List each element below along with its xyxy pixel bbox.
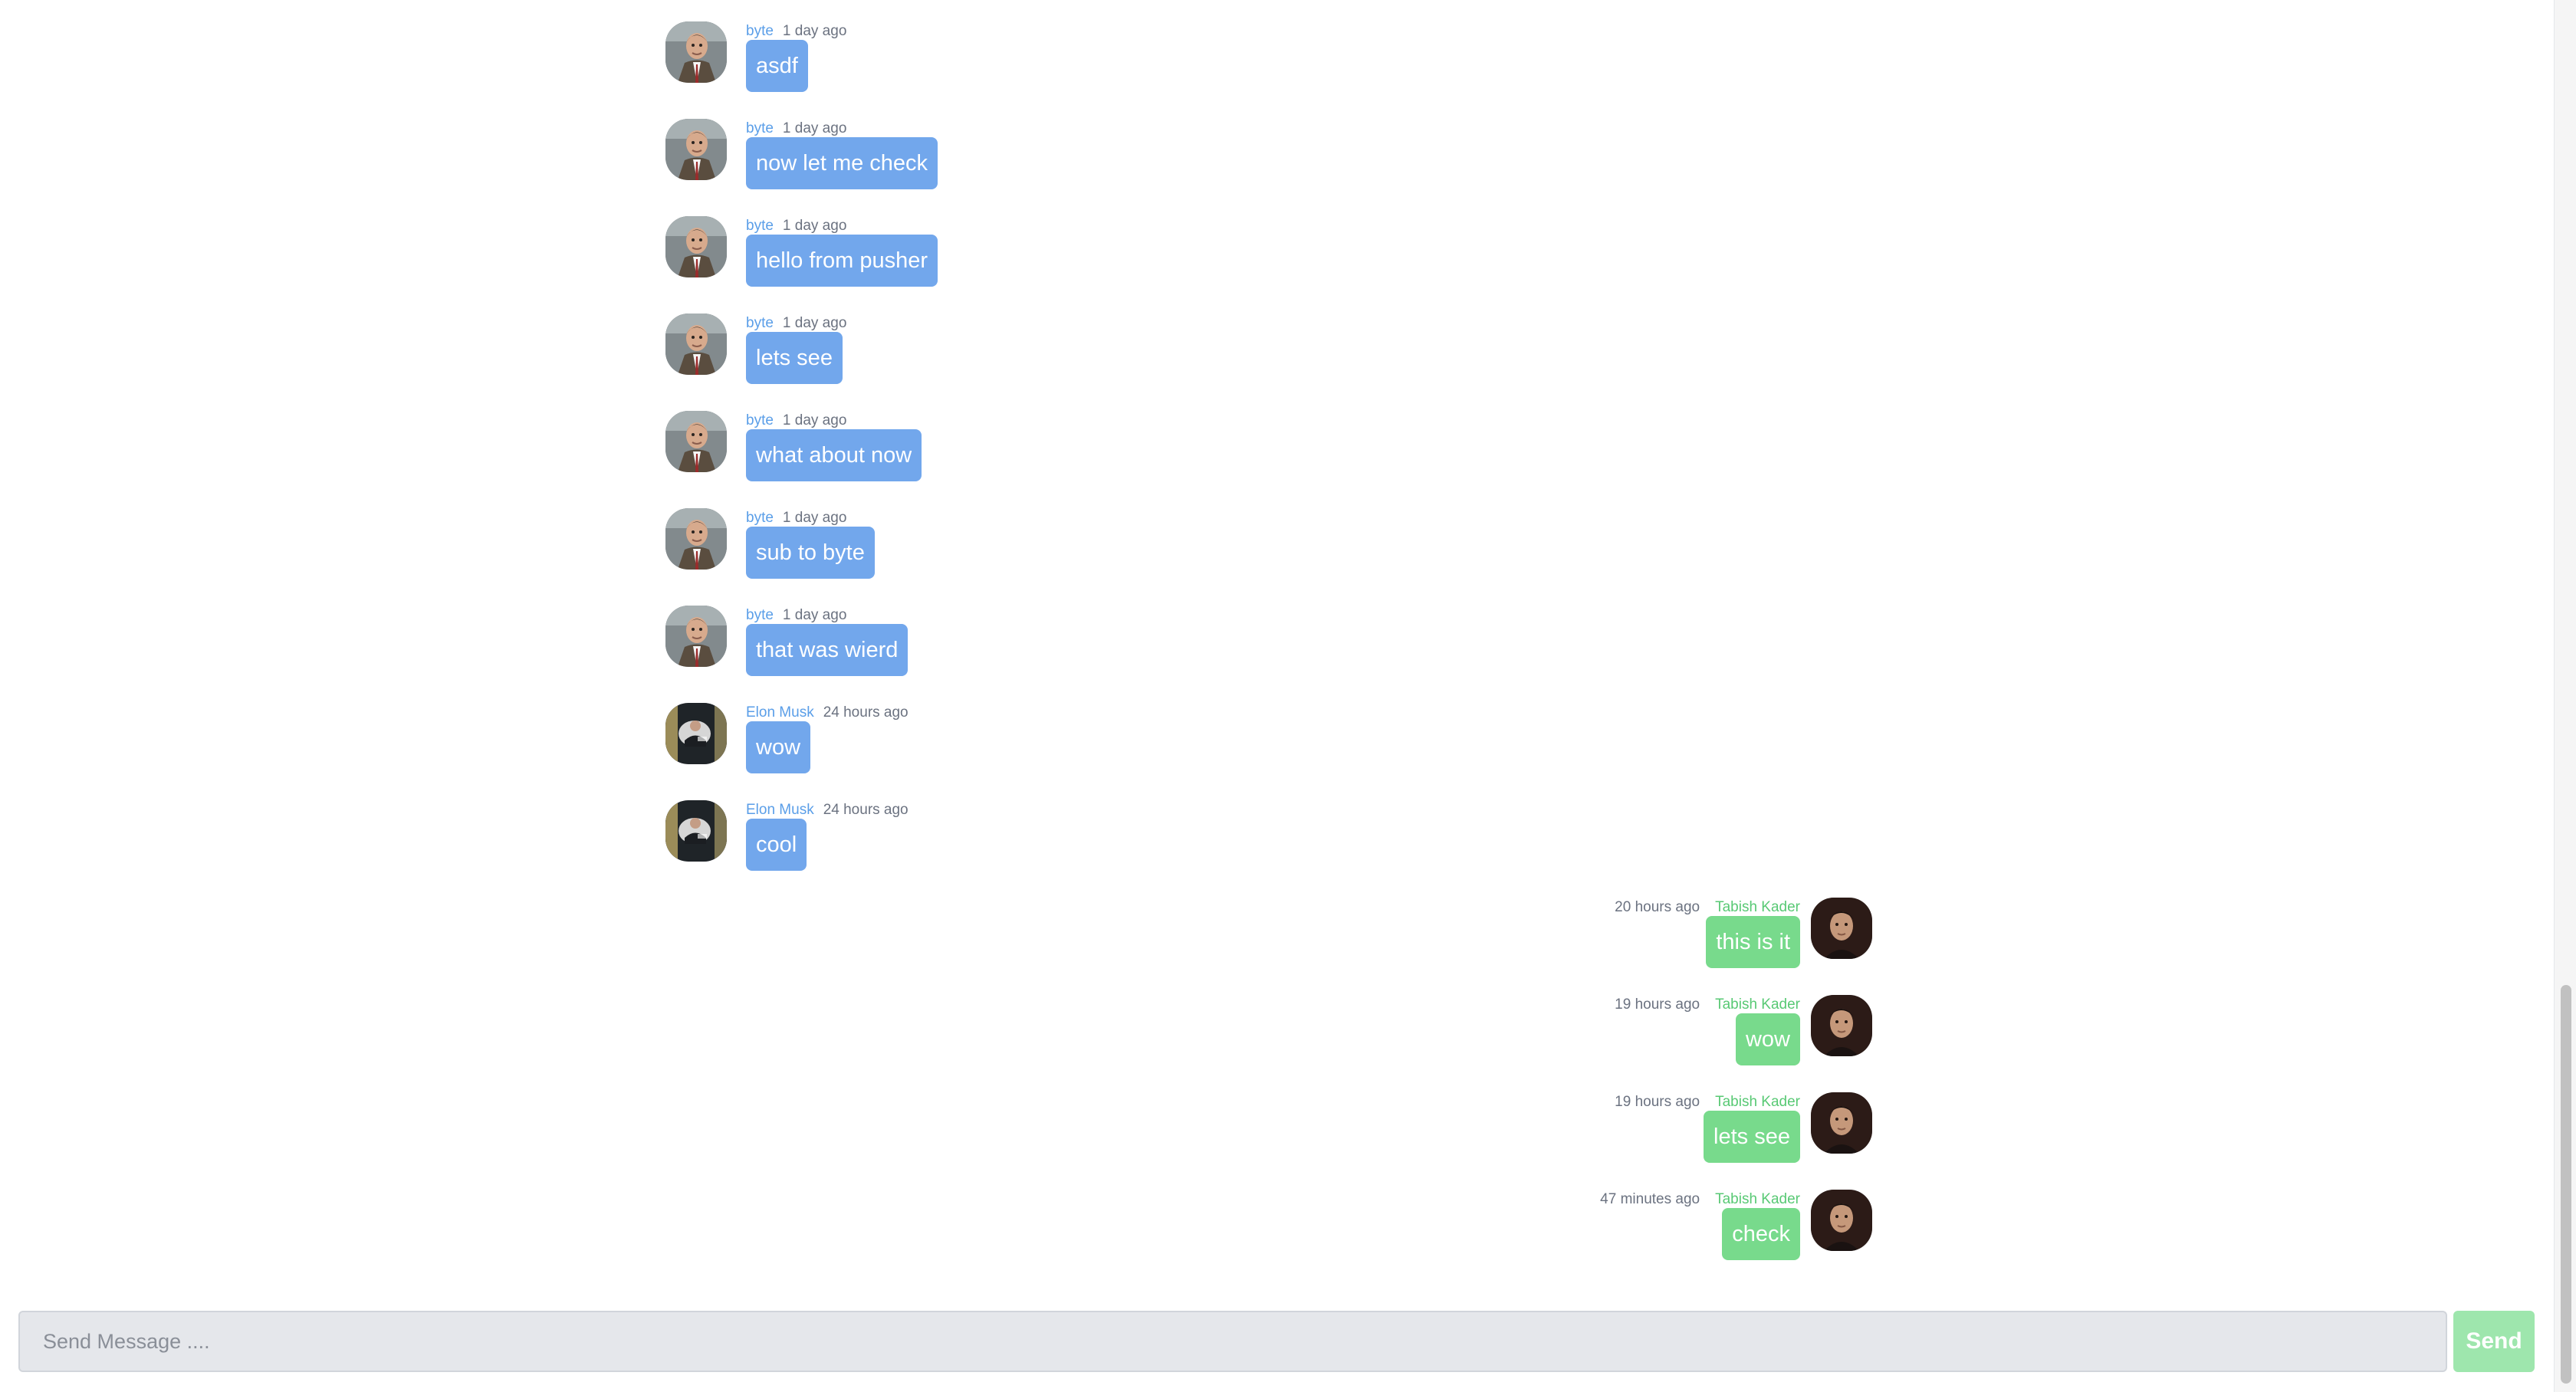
message-meta: 19 hours ago Tabish Kader	[1615, 996, 1800, 1013]
message-bubble: now let me check	[746, 137, 938, 189]
message-meta: 19 hours ago Tabish Kader	[1615, 1094, 1800, 1111]
tabish-kader-avatar	[1811, 898, 1872, 959]
message-meta: byte 1 day ago	[746, 218, 846, 235]
scrollbar[interactable]	[2554, 0, 2576, 1392]
message-meta: byte 1 day ago	[746, 412, 846, 429]
message-bubble: wow	[746, 721, 811, 773]
mr-bean-avatar	[665, 216, 727, 277]
message-bubble: sub to byte	[746, 527, 875, 579]
message-bubble: lets see	[1704, 1111, 1800, 1163]
message-bubble: cool	[746, 819, 807, 871]
sender-name: byte	[746, 412, 774, 428]
message-timestamp: 24 hours ago	[823, 704, 909, 721]
message-meta: byte 1 day ago	[746, 607, 846, 624]
message-timestamp: 1 day ago	[782, 607, 847, 623]
message-meta: byte 1 day ago	[746, 315, 846, 332]
message-bubble: lets see	[746, 332, 843, 384]
message-timestamp: 47 minutes ago	[1600, 1191, 1700, 1207]
message-bubble: check	[1722, 1208, 1800, 1260]
message-bubble: asdf	[746, 40, 808, 92]
send-button[interactable]: Send	[2453, 1311, 2535, 1372]
message-input[interactable]	[18, 1311, 2447, 1372]
mr-bean-avatar	[665, 508, 727, 570]
elon-musk-avatar	[665, 800, 727, 862]
message-timestamp: 1 day ago	[782, 218, 847, 234]
message-bubble: wow	[1735, 1013, 1800, 1065]
message-timestamp: 20 hours ago	[1615, 899, 1700, 915]
sender-name: byte	[746, 315, 774, 331]
message-meta: Elon Musk 24 hours ago	[746, 802, 909, 819]
message-timestamp: 1 day ago	[782, 412, 847, 428]
sender-name: Tabish Kader	[1715, 1094, 1800, 1110]
message-meta: 47 minutes ago Tabish Kader	[1600, 1191, 1800, 1208]
mr-bean-avatar	[665, 21, 727, 83]
sender-name: byte	[746, 120, 774, 136]
message-meta: byte 1 day ago	[746, 120, 846, 137]
sender-name: byte	[746, 218, 774, 234]
mr-bean-avatar	[665, 606, 727, 667]
message-meta: 20 hours ago Tabish Kader	[1615, 899, 1800, 916]
tabish-kader-avatar	[1811, 995, 1872, 1056]
sender-name: Elon Musk	[746, 802, 814, 818]
message-timestamp: 1 day ago	[782, 315, 847, 331]
mr-bean-avatar	[665, 119, 727, 180]
sender-name: Tabish Kader	[1715, 996, 1800, 1013]
message-timestamp: 24 hours ago	[823, 802, 909, 818]
mr-bean-avatar	[665, 314, 727, 375]
elon-musk-avatar	[665, 703, 727, 764]
message-feed[interactable]: byte 1 day ago asdf byte 1 day ago now let me…	[0, 0, 2561, 1295]
sender-name: Tabish Kader	[1715, 1191, 1800, 1207]
message-timestamp: 1 day ago	[782, 510, 847, 526]
message-meta: Elon Musk 24 hours ago	[746, 704, 909, 721]
message-meta: byte 1 day ago	[746, 510, 846, 527]
sender-name: Elon Musk	[746, 704, 814, 721]
message-composer: Send	[18, 1311, 2535, 1372]
scrollbar-thumb[interactable]	[2561, 985, 2571, 1384]
message-timestamp: 1 day ago	[782, 120, 847, 136]
message-bubble: what about now	[746, 429, 922, 481]
sender-name: byte	[746, 510, 774, 526]
sender-name: Tabish Kader	[1715, 899, 1800, 915]
message-timestamp: 1 day ago	[782, 23, 847, 39]
tabish-kader-avatar	[1811, 1092, 1872, 1154]
message-meta: byte 1 day ago	[746, 23, 846, 40]
tabish-kader-avatar	[1811, 1190, 1872, 1251]
mr-bean-avatar	[665, 411, 727, 472]
message-bubble: that was wierd	[746, 624, 909, 676]
message-timestamp: 19 hours ago	[1615, 996, 1700, 1013]
chat-page: byte 1 day ago asdf byte 1 day ago now let me…	[0, 0, 2576, 1392]
sender-name: byte	[746, 23, 774, 39]
message-timestamp: 19 hours ago	[1615, 1094, 1700, 1110]
sender-name: byte	[746, 607, 774, 623]
message-bubble: hello from pusher	[746, 235, 938, 287]
message-bubble: this is it	[1706, 916, 1800, 968]
